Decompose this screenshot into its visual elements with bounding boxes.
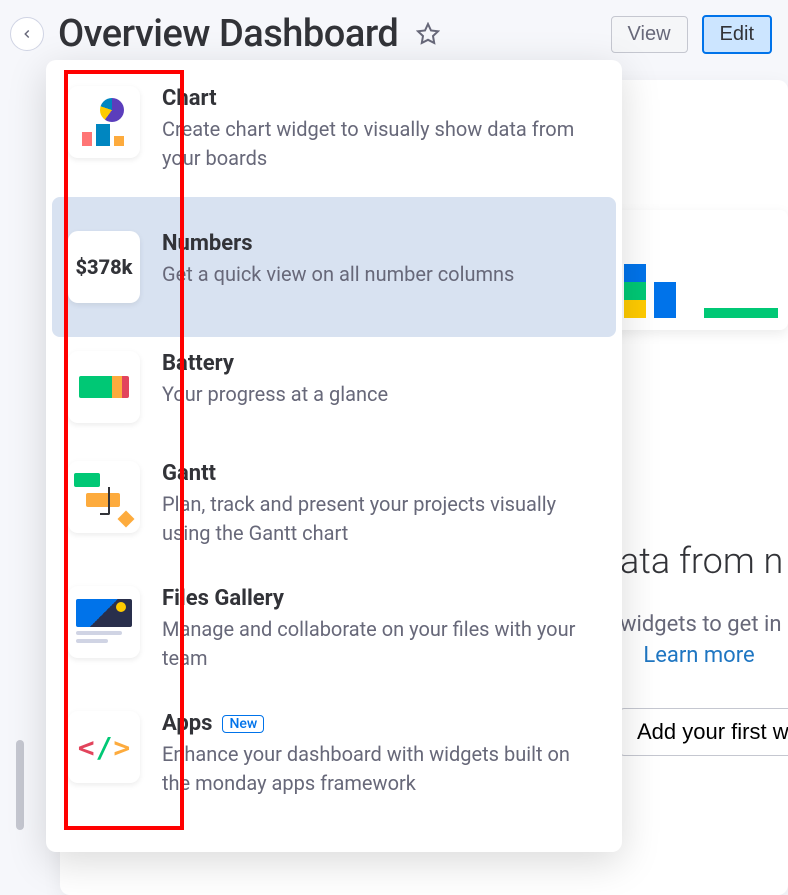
widget-option-chart[interactable]: Chart Create chart widget to visually sh… [46, 72, 622, 197]
apps-icon: </> [68, 711, 140, 783]
favorite-button[interactable] [412, 18, 444, 50]
view-mode-button[interactable]: View [611, 16, 688, 53]
widget-picker-menu: Chart Create chart widget to visually sh… [46, 60, 622, 852]
widget-title: Numbers [162, 231, 598, 256]
empty-state-subtext: widgets to get in [620, 612, 778, 637]
widget-description: Get a quick view on all number columns [162, 260, 598, 289]
widget-title: Battery [162, 351, 598, 376]
new-badge: New [222, 715, 264, 733]
widget-option-apps[interactable]: </> Apps New Enhance your dashboard with… [46, 697, 622, 822]
scrollbar[interactable] [16, 740, 24, 830]
widget-description: Create chart widget to visually show dat… [162, 115, 598, 173]
files-gallery-icon [68, 586, 140, 658]
back-button[interactable] [10, 17, 44, 51]
edit-mode-button[interactable]: Edit [702, 15, 772, 54]
chevron-left-icon [20, 27, 34, 41]
widget-option-battery[interactable]: Battery Your progress at a glance [46, 337, 622, 447]
star-icon [416, 22, 440, 46]
widget-description: Plan, track and present your projects vi… [162, 490, 598, 548]
battery-icon [68, 351, 140, 423]
add-first-widget-button[interactable]: Add your first w [620, 708, 788, 756]
widget-title: Apps New [162, 711, 598, 736]
widget-description: Manage and collaborate on your files wit… [162, 615, 598, 673]
widget-title: Chart [162, 86, 598, 111]
widget-option-numbers[interactable]: $378k Numbers Get a quick view on all nu… [52, 197, 616, 337]
widget-option-gantt[interactable]: Gantt Plan, track and present your proje… [46, 447, 622, 572]
widget-description: Enhance your dashboard with widgets buil… [162, 740, 598, 798]
page-title: Overview Dashboard [58, 12, 398, 56]
widget-title: Files Gallery [162, 586, 598, 611]
widget-description: Your progress at a glance [162, 380, 598, 409]
gantt-icon [68, 461, 140, 533]
widget-title: Gantt [162, 461, 598, 486]
learn-more-link[interactable]: Learn more [620, 643, 778, 668]
numbers-sample-value: $378k [76, 255, 133, 279]
empty-state-heading: ata from n [620, 540, 778, 582]
numbers-icon: $378k [68, 231, 140, 303]
chart-icon [68, 86, 140, 158]
widget-option-files-gallery[interactable]: Files Gallery Manage and collaborate on … [46, 572, 622, 697]
